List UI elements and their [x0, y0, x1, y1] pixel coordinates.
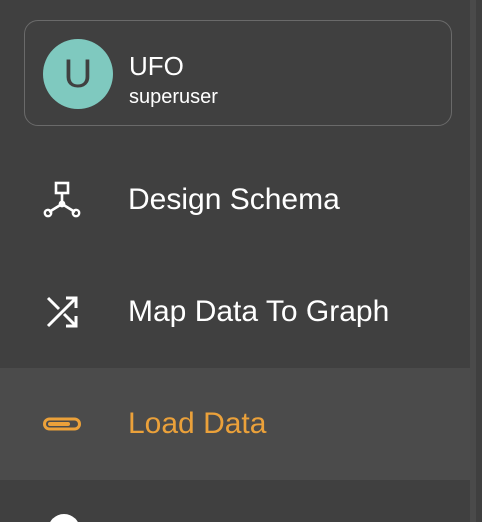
nav-item-load-data[interactable]: Load Data	[0, 368, 476, 480]
avatar: U	[43, 39, 113, 109]
sidebar-edge	[470, 0, 476, 522]
progress-bar-icon	[42, 404, 82, 444]
next-nav-icon	[48, 514, 80, 522]
shuffle-icon	[42, 292, 82, 332]
user-card[interactable]: U UFO superuser	[24, 20, 452, 126]
nav-item-map-data-to-graph[interactable]: Map Data To Graph	[0, 256, 476, 368]
user-role: superuser	[129, 86, 218, 108]
user-name: UFO	[129, 51, 184, 81]
nav-label-design-schema: Design Schema	[128, 183, 340, 216]
schema-graph-icon	[42, 180, 82, 220]
nav-label-map-data-to-graph: Map Data To Graph	[128, 295, 390, 328]
sidebar: U UFO superuser Design Schema Map Data T…	[0, 0, 476, 522]
nav-item-design-schema[interactable]: Design Schema	[0, 144, 476, 256]
nav-label-load-data: Load Data	[128, 407, 267, 440]
